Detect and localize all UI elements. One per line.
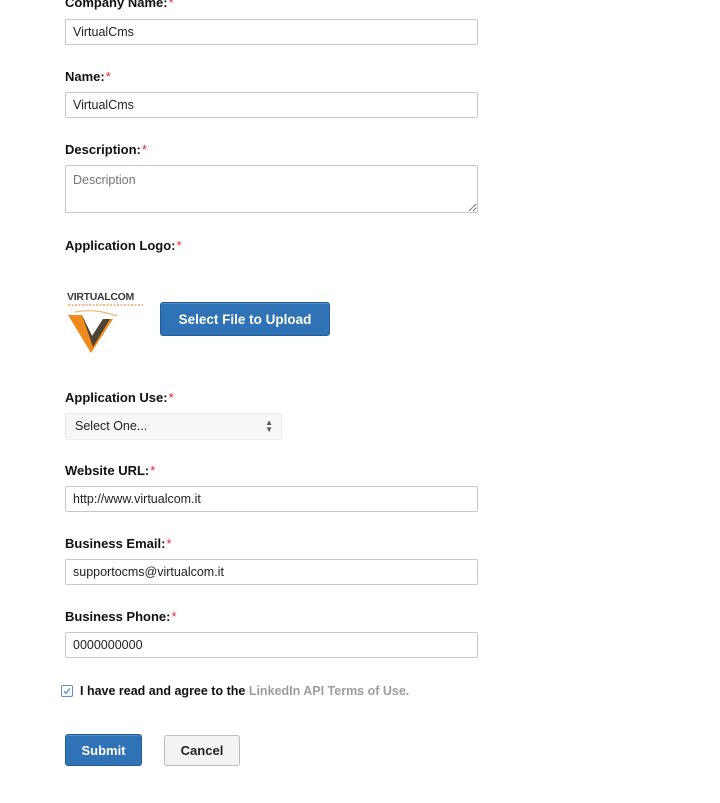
submit-button[interactable]: Submit — [65, 734, 142, 766]
required-mark: * — [105, 69, 111, 84]
business-phone-input[interactable] — [65, 632, 478, 658]
logo-wordmark: VIRTUALCOM — [67, 291, 135, 303]
checkmark-icon — [63, 688, 71, 695]
cancel-button[interactable]: Cancel — [164, 735, 240, 766]
select-file-upload-button[interactable]: Select File to Upload — [160, 302, 330, 336]
required-mark: * — [150, 463, 156, 478]
agree-statement: I have read and agree to the — [80, 684, 246, 698]
company-name-input[interactable] — [65, 19, 478, 45]
application-use-label: Application Use:* — [65, 390, 174, 405]
agree-text: I have read and agree to the LinkedIn AP… — [80, 684, 409, 698]
application-use-selected-value: Select One... — [75, 419, 148, 433]
required-mark: * — [168, 390, 174, 405]
required-mark: * — [141, 142, 147, 157]
application-logo-label: Application Logo:* — [65, 238, 182, 253]
description-label: Description:* — [65, 142, 147, 157]
application-use-select[interactable]: Select One... ▲ ▼ — [65, 413, 282, 440]
company-name-label: Company Name:* — [65, 0, 174, 10]
required-mark: * — [176, 238, 182, 253]
name-input[interactable] — [65, 92, 478, 118]
agree-checkbox[interactable] — [61, 685, 73, 697]
select-arrows-icon: ▲ ▼ — [265, 418, 273, 434]
website-url-input[interactable] — [65, 486, 478, 512]
application-logo-image: VIRTUALCOM — [65, 290, 155, 358]
description-textarea[interactable] — [65, 165, 478, 213]
virtualcom-logo-icon: VIRTUALCOM — [67, 291, 143, 353]
business-email-label: Business Email:* — [65, 536, 172, 551]
required-mark: * — [171, 609, 177, 624]
business-email-input[interactable] — [65, 559, 478, 585]
required-mark: * — [168, 0, 174, 10]
required-mark: * — [166, 536, 172, 551]
name-label: Name:* — [65, 69, 111, 84]
website-url-label: Website URL:* — [65, 463, 156, 478]
linkedin-api-terms-link[interactable]: LinkedIn API Terms of Use. — [249, 684, 409, 698]
business-phone-label: Business Phone:* — [65, 609, 177, 624]
